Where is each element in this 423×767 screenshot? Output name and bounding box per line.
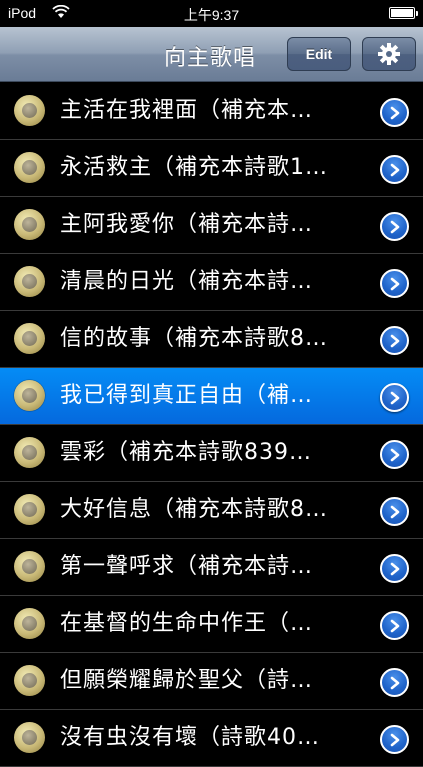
- gear-icon: [378, 43, 400, 65]
- bullet-icon: [14, 722, 45, 753]
- bullet-icon: [14, 494, 45, 525]
- chevron-right-icon: [390, 334, 399, 347]
- song-row[interactable]: 沒有虫沒有壞（詩歌40…: [0, 710, 423, 767]
- disclosure-button[interactable]: [380, 611, 409, 640]
- disclosure-button[interactable]: [380, 440, 409, 469]
- chevron-right-icon: [390, 562, 399, 575]
- song-list: 主活在我裡面（補充本… 永活救主（補充本詩歌1… 主阿我愛你（補充本詩… 清晨的…: [0, 83, 423, 767]
- song-row[interactable]: 雲彩（補充本詩歌839…: [0, 425, 423, 482]
- bullet-icon: [14, 266, 45, 297]
- song-row[interactable]: 信的故事（補充本詩歌8…: [0, 311, 423, 368]
- song-row[interactable]: 清晨的日光（補充本詩…: [0, 254, 423, 311]
- song-title: 但願榮耀歸於聖父（詩…: [60, 668, 314, 693]
- song-title: 我已得到真正自由（補…: [60, 383, 314, 408]
- disclosure-button[interactable]: [380, 155, 409, 184]
- bullet-icon: [14, 608, 45, 639]
- bullet-icon: [14, 323, 45, 354]
- disclosure-button[interactable]: [380, 668, 409, 697]
- song-row[interactable]: 永活救主（補充本詩歌1…: [0, 140, 423, 197]
- chevron-right-icon: [390, 220, 399, 233]
- chevron-right-icon: [390, 619, 399, 632]
- settings-button[interactable]: [362, 37, 416, 71]
- bullet-icon: [14, 437, 45, 468]
- chevron-right-icon: [390, 106, 399, 119]
- bullet-icon: [14, 209, 45, 240]
- disclosure-button[interactable]: [380, 326, 409, 355]
- bullet-icon: [14, 380, 45, 411]
- song-row[interactable]: 第一聲呼求（補充本詩…: [0, 539, 423, 596]
- status-time: 上午9:37: [183, 7, 240, 23]
- chevron-right-icon: [390, 163, 399, 176]
- disclosure-button[interactable]: [380, 98, 409, 127]
- song-title: 永活救主（補充本詩歌1…: [60, 155, 328, 180]
- song-title: 在基督的生命中作王（…: [60, 611, 314, 636]
- song-title: 大好信息（補充本詩歌8…: [60, 497, 328, 522]
- chevron-right-icon: [390, 676, 399, 689]
- song-row[interactable]: 但願榮耀歸於聖父（詩…: [0, 653, 423, 710]
- song-title: 主阿我愛你（補充本詩…: [60, 212, 314, 237]
- disclosure-button[interactable]: [380, 383, 409, 412]
- bullet-icon: [14, 551, 45, 582]
- song-row[interactable]: 在基督的生命中作王（…: [0, 596, 423, 653]
- bullet-icon: [14, 665, 45, 696]
- chevron-right-icon: [390, 448, 399, 461]
- edit-button[interactable]: Edit: [287, 37, 351, 71]
- song-row[interactable]: 大好信息（補充本詩歌8…: [0, 482, 423, 539]
- chevron-right-icon: [390, 391, 399, 404]
- status-bar: iPod 上午9:37: [0, 0, 423, 27]
- disclosure-button[interactable]: [380, 497, 409, 526]
- chevron-right-icon: [390, 505, 399, 518]
- disclosure-button[interactable]: [380, 269, 409, 298]
- song-title: 第一聲呼求（補充本詩…: [60, 554, 314, 579]
- song-row[interactable]: 主活在我裡面（補充本…: [0, 83, 423, 140]
- chevron-right-icon: [390, 733, 399, 746]
- battery-icon: [389, 7, 418, 19]
- song-title: 清晨的日光（補充本詩…: [60, 269, 314, 294]
- song-title: 沒有虫沒有壞（詩歌40…: [60, 725, 320, 750]
- song-title: 主活在我裡面（補充本…: [60, 98, 314, 123]
- page-title: 向主歌唱: [163, 46, 256, 71]
- song-title: 信的故事（補充本詩歌8…: [60, 326, 328, 351]
- chevron-right-icon: [390, 277, 399, 290]
- disclosure-button[interactable]: [380, 554, 409, 583]
- bullet-icon: [14, 95, 45, 126]
- disclosure-button[interactable]: [380, 212, 409, 241]
- bullet-icon: [14, 152, 45, 183]
- song-title: 雲彩（補充本詩歌839…: [60, 440, 312, 465]
- navigation-bar: 向主歌唱 Edit: [0, 27, 423, 82]
- song-row-selected[interactable]: 我已得到真正自由（補…: [0, 368, 423, 425]
- song-row[interactable]: 主阿我愛你（補充本詩…: [0, 197, 423, 254]
